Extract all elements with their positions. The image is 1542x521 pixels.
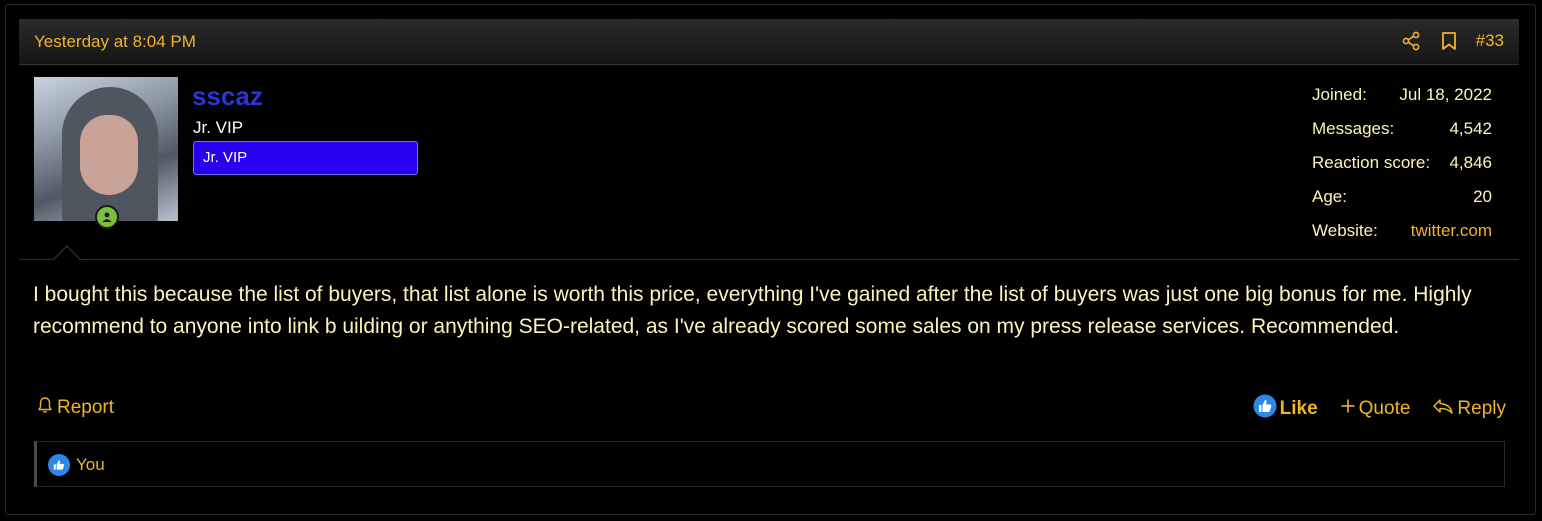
reaction-summary-text: You: [76, 455, 105, 474]
post-header-actions: #33: [1398, 28, 1504, 54]
bell-icon: [36, 396, 54, 420]
stat-value: 20: [1473, 187, 1492, 206]
stat-label: Messages:: [1312, 119, 1395, 138]
stat-label: Website:: [1312, 221, 1378, 240]
stat-value: Jul 18, 2022: [1399, 85, 1492, 104]
like-button[interactable]: Like: [1253, 394, 1318, 424]
stat-label: Reaction score:: [1312, 153, 1431, 172]
post-header: Yesterday at 8:04 PM #33: [19, 19, 1519, 65]
stat-label: Age:: [1312, 187, 1347, 206]
avatar-face: [80, 115, 138, 195]
post-date-link[interactable]: Yesterday at 8:04 PM: [34, 32, 196, 52]
post-actions-left: Report: [36, 396, 114, 420]
stat-row-reaction-score: Reaction score: 4,846: [1312, 153, 1492, 187]
user-banner: Jr. VIP: [193, 141, 418, 175]
stat-row-age: Age: 20: [1312, 187, 1492, 221]
stat-value: 4,542: [1449, 119, 1492, 138]
post-number-link[interactable]: #33: [1476, 31, 1504, 51]
bookmark-icon[interactable]: [1436, 28, 1462, 54]
stat-row-website: Website: twitter.com: [1312, 221, 1492, 255]
username-link[interactable]: sscaz: [192, 81, 263, 112]
avatar[interactable]: [34, 77, 178, 221]
plus-icon: [1340, 398, 1356, 420]
report-button[interactable]: Report: [36, 396, 114, 420]
forum-post: Yesterday at 8:04 PM #33 sscaz Jr. VIP J…: [5, 4, 1536, 515]
thumbs-up-icon: [1253, 394, 1277, 424]
reaction-summary-link[interactable]: You: [48, 454, 105, 476]
stat-row-messages: Messages: 4,542: [1312, 119, 1492, 153]
like-label: Like: [1279, 398, 1318, 419]
website-link[interactable]: twitter.com: [1411, 221, 1492, 241]
thumbs-up-icon: [48, 454, 70, 476]
divider: [19, 259, 1519, 260]
quote-label: Quote: [1358, 398, 1411, 419]
quote-button[interactable]: Quote: [1340, 398, 1411, 420]
user-stats: Joined: Jul 18, 2022 Messages: 4,542 Rea…: [1312, 85, 1492, 255]
user-title: Jr. VIP: [193, 118, 244, 137]
stat-value: 4,846: [1449, 153, 1492, 172]
reply-arrow-icon: [1432, 397, 1454, 421]
reactions-bar: You: [34, 441, 1505, 487]
reply-label: Reply: [1457, 398, 1506, 419]
reply-button[interactable]: Reply: [1432, 397, 1506, 421]
stat-label: Joined:: [1312, 85, 1367, 104]
divider-arrow-inner: [54, 247, 80, 260]
report-label: Report: [57, 397, 115, 418]
share-icon[interactable]: [1398, 28, 1424, 54]
stat-row-joined: Joined: Jul 18, 2022: [1312, 85, 1492, 119]
post-actions-right: Like Quote Reply: [1253, 394, 1506, 424]
user-online-icon: [95, 205, 119, 229]
post-body: I bought this because the list of buyers…: [33, 283, 1472, 338]
